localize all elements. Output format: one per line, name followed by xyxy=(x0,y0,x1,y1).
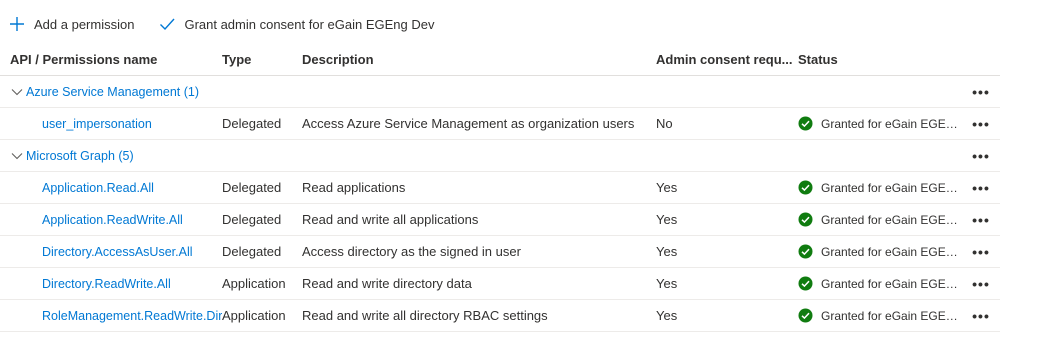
permission-description: Read and write all directory RBAC settin… xyxy=(302,308,548,323)
permission-name-cell: Application.ReadWrite.All xyxy=(10,204,222,235)
group-toggle-azure-service-management[interactable]: Azure Service Management (1) xyxy=(10,76,410,107)
grant-admin-consent-label: Grant admin consent for eGain EGEng Dev xyxy=(184,16,435,32)
plus-icon xyxy=(8,15,26,33)
status-cell: Granted for eGain EGEn... xyxy=(798,268,963,299)
check-circle-icon xyxy=(798,180,813,195)
permission-type: Application xyxy=(222,308,286,323)
more-icon: ••• xyxy=(972,83,990,100)
column-header-status[interactable]: Status xyxy=(798,44,963,75)
more-options-button[interactable]: ••• xyxy=(966,300,996,331)
admin-consent-required: No xyxy=(656,116,673,131)
status-text: Granted for eGain EGEn... xyxy=(821,276,961,291)
more-icon: ••• xyxy=(972,307,990,324)
admin-consent-required: Yes xyxy=(656,308,678,323)
permission-description: Read applications xyxy=(302,180,406,195)
table-header: API / Permissions name Type Description … xyxy=(0,44,1000,76)
grant-admin-consent-button[interactable]: Grant admin consent for eGain EGEng Dev xyxy=(150,8,442,40)
permissions-table: API / Permissions name Type Description … xyxy=(0,44,1000,332)
column-header-type[interactable]: Type xyxy=(222,44,297,75)
checkmark-icon xyxy=(158,15,176,33)
check-circle-icon xyxy=(798,308,813,323)
status-text: Granted for eGain EGEn... xyxy=(821,180,961,195)
chevron-down-icon xyxy=(10,85,24,99)
permission-type: Delegated xyxy=(222,244,282,259)
status-cell: Granted for eGain EGEn... xyxy=(798,204,963,235)
status-text: Granted for eGain EGEn... xyxy=(821,308,961,323)
permission-type: Application xyxy=(222,276,286,291)
group-row-microsoft-graph: Microsoft Graph (5) ••• xyxy=(0,140,1000,172)
more-options-button[interactable]: ••• xyxy=(966,268,996,299)
status-text: Granted for eGain EGEn... xyxy=(821,116,961,131)
admin-consent-required: Yes xyxy=(656,276,678,291)
column-header-name[interactable]: API / Permissions name xyxy=(10,44,215,75)
group-label: Azure Service Management (1) xyxy=(26,84,199,99)
check-circle-icon xyxy=(798,116,813,131)
more-options-button[interactable]: ••• xyxy=(966,108,996,139)
column-header-admin-consent[interactable]: Admin consent requ... xyxy=(656,44,794,75)
column-header-description[interactable]: Description xyxy=(302,44,647,75)
permission-link[interactable]: user_impersonation xyxy=(10,117,152,131)
permission-link[interactable]: Application.Read.All xyxy=(10,181,154,195)
admin-consent-required: Yes xyxy=(656,212,678,227)
check-circle-icon xyxy=(798,212,813,227)
table-row: Directory.AccessAsUser.All Delegated Acc… xyxy=(0,236,1000,268)
status-cell: Granted for eGain EGEn... xyxy=(798,300,963,331)
status-cell: Granted for eGain EGEn... xyxy=(798,172,963,203)
add-permission-button[interactable]: Add a permission xyxy=(0,8,142,40)
admin-consent-required: Yes xyxy=(656,180,678,195)
more-options-button[interactable]: ••• xyxy=(966,76,996,107)
permission-name-cell: user_impersonation xyxy=(10,108,222,139)
more-icon: ••• xyxy=(972,179,990,196)
more-options-button[interactable]: ••• xyxy=(966,236,996,267)
permission-name-cell: Directory.AccessAsUser.All xyxy=(10,236,222,267)
more-icon: ••• xyxy=(972,211,990,228)
more-icon: ••• xyxy=(972,243,990,260)
permission-link[interactable]: Directory.AccessAsUser.All xyxy=(10,245,193,259)
permission-description: Access Azure Service Management as organ… xyxy=(302,116,635,131)
permission-link[interactable]: Directory.ReadWrite.All xyxy=(10,277,171,291)
more-options-button[interactable]: ••• xyxy=(966,172,996,203)
table-row: Directory.ReadWrite.All Application Read… xyxy=(0,268,1000,300)
permission-name-cell: Directory.ReadWrite.All xyxy=(10,268,222,299)
permission-description: Read and write directory data xyxy=(302,276,472,291)
permission-type: Delegated xyxy=(222,116,282,131)
command-bar: Add a permission Grant admin consent for… xyxy=(0,8,442,40)
table-row: user_impersonation Delegated Access Azur… xyxy=(0,108,1000,140)
status-text: Granted for eGain EGEn... xyxy=(821,212,961,227)
check-circle-icon xyxy=(798,244,813,259)
permission-link[interactable]: RoleManagement.ReadWrite.Dir xyxy=(10,309,222,323)
permission-description: Read and write all applications xyxy=(302,212,479,227)
permission-description: Access directory as the signed in user xyxy=(302,244,521,259)
status-cell: Granted for eGain EGEn... xyxy=(798,108,963,139)
more-options-button[interactable]: ••• xyxy=(966,140,996,171)
status-text: Granted for eGain EGEn... xyxy=(821,244,961,259)
group-label: Microsoft Graph (5) xyxy=(26,148,134,163)
permission-name-cell: Application.Read.All xyxy=(10,172,222,203)
table-row: Application.ReadWrite.All Delegated Read… xyxy=(0,204,1000,236)
add-permission-label: Add a permission xyxy=(34,16,135,32)
chevron-down-icon xyxy=(10,149,24,163)
admin-consent-required: Yes xyxy=(656,244,678,259)
table-row: Application.Read.All Delegated Read appl… xyxy=(0,172,1000,204)
group-row-azure-service-management: Azure Service Management (1) ••• xyxy=(0,76,1000,108)
status-cell: Granted for eGain EGEn... xyxy=(798,236,963,267)
more-options-button[interactable]: ••• xyxy=(966,204,996,235)
permission-name-cell: RoleManagement.ReadWrite.Dir xyxy=(10,300,222,331)
more-icon: ••• xyxy=(972,147,990,164)
permission-type: Delegated xyxy=(222,180,282,195)
more-icon: ••• xyxy=(972,275,990,292)
check-circle-icon xyxy=(798,276,813,291)
group-toggle-microsoft-graph[interactable]: Microsoft Graph (5) xyxy=(10,140,410,171)
table-row: RoleManagement.ReadWrite.Dir Application… xyxy=(0,300,1000,332)
more-icon: ••• xyxy=(972,115,990,132)
permission-type: Delegated xyxy=(222,212,282,227)
permission-link[interactable]: Application.ReadWrite.All xyxy=(10,213,183,227)
